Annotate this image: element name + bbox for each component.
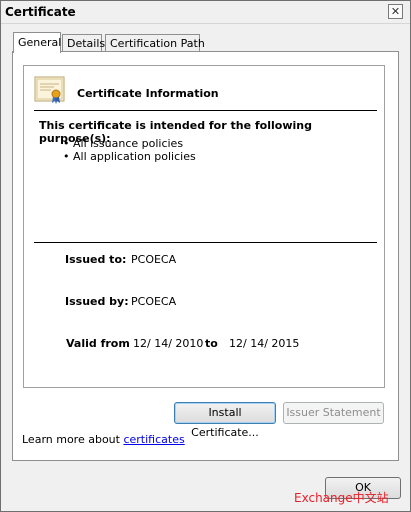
valid-to-label: to	[205, 337, 218, 350]
policy-item: • All application policies	[63, 150, 196, 163]
tab-general[interactable]: General	[13, 32, 61, 53]
certificate-info-box: Certificate Information This certificate…	[23, 65, 385, 388]
watermark-text: Exchange中文站	[294, 491, 389, 505]
valid-to-value: 12/ 14/ 2015	[229, 337, 300, 350]
tab-certification-path[interactable]: Certification Path	[105, 34, 205, 52]
valid-from-value: 12/ 14/ 2010	[133, 337, 204, 350]
window-title: Certificate	[5, 5, 76, 19]
issued-by-value: PCOECA	[131, 295, 177, 308]
certificate-dialog: Certificate ✕ General Details Certificat…	[0, 0, 411, 512]
divider-top	[34, 110, 377, 111]
install-certificate-button[interactable]: Install Certificate...	[174, 402, 276, 439]
issued-to-value: PCOECA	[131, 253, 177, 266]
policy-item: • All issuance policies	[63, 137, 184, 150]
certificate-info-heading: Certificate Information	[77, 87, 219, 100]
title-bar: Certificate ✕	[1, 1, 410, 24]
divider-bottom	[34, 242, 377, 243]
issued-by-label: Issued by:	[65, 295, 129, 308]
issuer-statement-button[interactable]: Issuer Statement	[283, 402, 384, 424]
close-button[interactable]: ✕	[388, 4, 403, 19]
tab-details[interactable]: Details	[62, 34, 105, 52]
certificate-icon	[34, 76, 65, 104]
certificates-link[interactable]: certificates	[123, 433, 184, 446]
valid-from-label: Valid from	[66, 337, 130, 350]
learn-more-prefix: Learn more about	[22, 433, 124, 446]
close-icon: ✕	[390, 5, 401, 18]
learn-more-text: Learn more about certificates	[22, 433, 185, 446]
issued-to-label: Issued to:	[65, 253, 127, 266]
